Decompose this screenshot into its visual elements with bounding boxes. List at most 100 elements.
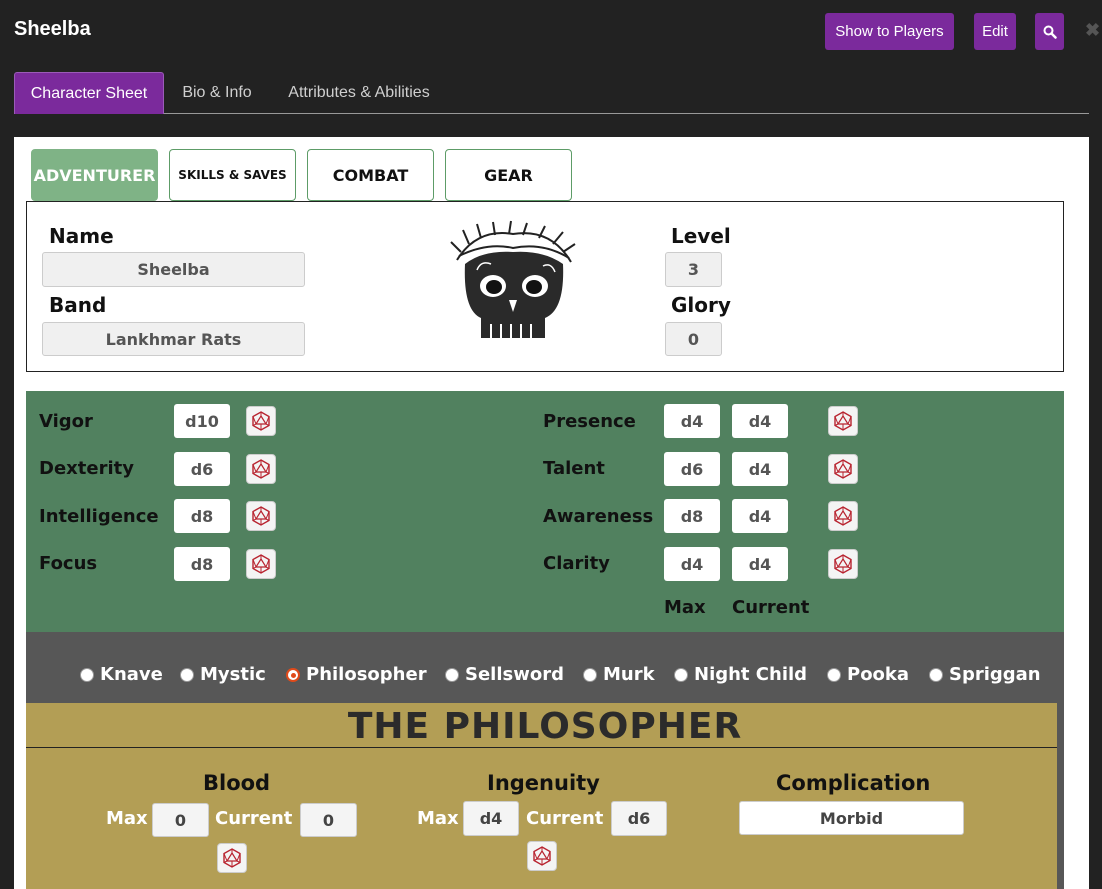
archetype-sellsword[interactable]: Sellsword [445,664,564,685]
attr-talent-label: Talent [543,458,605,479]
complication-label: Complication [776,771,931,795]
d20-icon [834,459,852,479]
attr-presence-label: Presence [543,411,636,432]
sheet-tab-skills-saves[interactable]: SKILLS & SAVES [169,149,296,201]
level-label: Level [671,224,731,248]
archetype-label: Murk [603,664,655,685]
col-max-label: Max [664,597,706,618]
d20-icon [252,506,270,526]
attr-dexterity-die[interactable]: d6 [174,452,230,486]
complication-field[interactable]: Morbid [739,801,964,835]
ingenuity-current-label: Current [526,808,604,829]
blood-max-field[interactable]: 0 [152,803,209,837]
d20-icon [834,506,852,526]
d20-icon [533,846,551,866]
roll-intelligence-button[interactable] [246,501,276,531]
attr-clarity-current[interactable]: d4 [732,547,788,581]
attr-talent-current[interactable]: d4 [732,452,788,486]
attr-clarity-max[interactable]: d4 [664,547,720,581]
d20-icon [834,554,852,574]
band-label: Band [49,293,107,317]
attr-dexterity-label: Dexterity [39,458,134,479]
archetype-night-child[interactable]: Night Child [674,664,807,685]
blood-max-label: Max [106,808,148,829]
attr-talent-max[interactable]: d6 [664,452,720,486]
roll-focus-button[interactable] [246,549,276,579]
ingenuity-label: Ingenuity [487,771,600,795]
archetype-knave[interactable]: Knave [80,664,163,685]
attr-vigor-die[interactable]: d10 [174,404,230,438]
attr-awareness-current[interactable]: d4 [732,499,788,533]
d20-icon [252,554,270,574]
attr-vigor-label: Vigor [39,411,93,432]
roll-dexterity-button[interactable] [246,454,276,484]
radio-button[interactable] [583,667,597,682]
radio-button[interactable] [827,667,841,682]
skull-portrait [450,220,576,338]
radio-button[interactable] [674,667,688,682]
attr-focus-die[interactable]: d8 [174,547,230,581]
attr-clarity-label: Clarity [543,553,610,574]
philosopher-title: THE PHILOSOPHER [347,706,743,747]
show-to-players-button[interactable]: Show to Players [825,13,954,50]
character-title: Sheelba [14,18,91,40]
d20-icon [834,411,852,431]
archetype-label: Pooka [847,664,910,685]
band-field[interactable]: Lankhmar Rats [42,322,305,356]
archetype-spriggan[interactable]: Spriggan [929,664,1041,685]
radio-button[interactable] [929,667,943,682]
attr-intelligence-die[interactable]: d8 [174,499,230,533]
roll-vigor-button[interactable] [246,406,276,436]
archetype-philosopher[interactable]: Philosopher [286,664,427,685]
archetype-label: Night Child [694,664,808,685]
roll-blood-button[interactable] [217,843,247,873]
d20-icon [252,459,270,479]
radio-button[interactable] [180,667,194,682]
radio-button-selected[interactable] [286,667,300,682]
glory-field[interactable]: 0 [665,322,722,356]
attr-awareness-max[interactable]: d8 [664,499,720,533]
name-label: Name [49,224,114,248]
attr-intelligence-label: Intelligence [39,506,159,527]
d20-icon [252,411,270,431]
search-button[interactable] [1035,13,1064,50]
close-icon[interactable]: ✖ [1085,20,1100,41]
glory-label: Glory [671,293,731,317]
archetype-label: Spriggan [949,664,1041,685]
attr-presence-current[interactable]: d4 [732,404,788,438]
radio-button[interactable] [80,667,94,682]
sheet-tab-adventurer[interactable]: ADVENTURER [31,149,158,201]
roll-ingenuity-button[interactable] [527,841,557,871]
archetype-pooka[interactable]: Pooka [827,664,909,685]
name-field[interactable]: Sheelba [42,252,305,287]
archetype-label: Philosopher [306,664,427,685]
sheet-tab-gear[interactable]: GEAR [445,149,572,201]
title-divider [26,747,1057,748]
roll-talent-button[interactable] [828,454,858,484]
radio-button[interactable] [445,667,459,682]
attr-presence-max[interactable]: d4 [664,404,720,438]
tab-bio-info[interactable]: Bio & Info [168,72,266,114]
ingenuity-current-field[interactable]: d6 [611,801,667,836]
blood-label: Blood [203,771,271,795]
archetype-label: Sellsword [465,664,564,685]
tab-attributes-abilities[interactable]: Attributes & Abilities [272,72,446,114]
d20-icon [223,848,241,868]
attr-awareness-label: Awareness [543,506,654,527]
archetype-mystic[interactable]: Mystic [180,664,266,685]
blood-current-label: Current [215,808,293,829]
edit-button[interactable]: Edit [974,13,1016,50]
roll-clarity-button[interactable] [828,549,858,579]
level-field[interactable]: 3 [665,252,722,287]
search-icon [1043,25,1057,39]
attr-focus-label: Focus [39,553,98,574]
ingenuity-max-field[interactable]: d4 [463,801,519,836]
col-current-label: Current [732,597,810,618]
roll-presence-button[interactable] [828,406,858,436]
tab-character-sheet[interactable]: Character Sheet [14,72,164,114]
blood-current-field[interactable]: 0 [300,803,357,837]
ingenuity-max-label: Max [417,808,459,829]
archetype-murk[interactable]: Murk [583,664,655,685]
roll-awareness-button[interactable] [828,501,858,531]
sheet-tab-combat[interactable]: COMBAT [307,149,434,201]
